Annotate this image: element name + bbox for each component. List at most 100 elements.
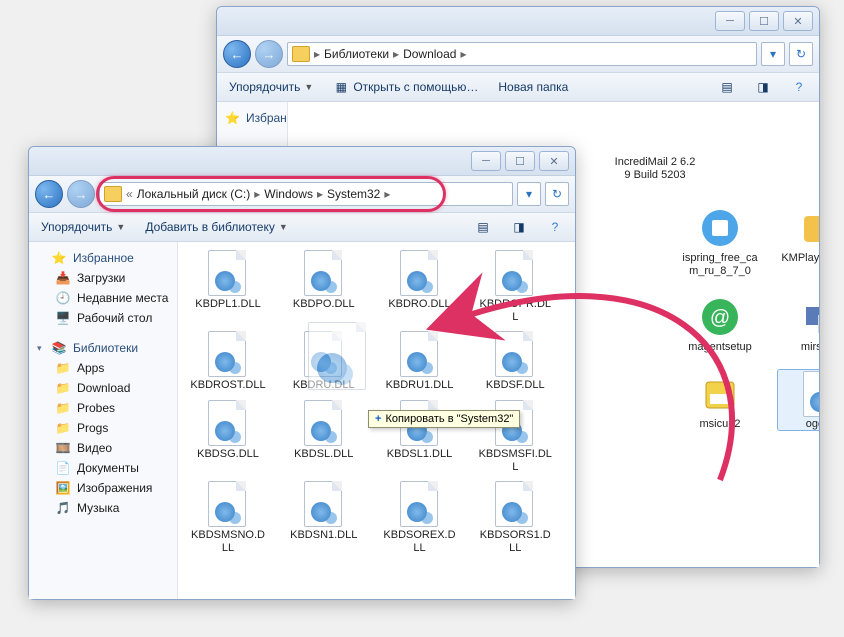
sidebar-item-downloads[interactable]: 📥 Загрузки [29, 268, 177, 288]
list-item[interactable]: ispring_free_cam_ru_8_7_0 [676, 204, 764, 277]
minimize-button[interactable]: ─ [715, 11, 745, 31]
new-folder-button[interactable]: Новая папка [492, 76, 574, 98]
breadcrumb-seg[interactable]: Локальный диск (C:) [137, 187, 251, 201]
file-pane[interactable]: KBDPL1.DLL KBDPO.DLL KBDRO.DLL KBDROPR.DLL K… [178, 242, 575, 599]
refresh-button[interactable]: ↻ [545, 182, 569, 206]
list-item[interactable]: KBDSORS1.DLL [473, 479, 557, 556]
maximize-button[interactable]: ☐ [749, 11, 779, 31]
list-item[interactable]: KBDSN1.DLL [282, 479, 366, 556]
sidebar-item-label: Apps [77, 361, 104, 375]
folder-icon: 📁 [55, 400, 71, 416]
list-item[interactable]: KBDROST.DLL [186, 329, 270, 394]
list-item[interactable]: IncrediMail 2 6.29 Build 5203 [611, 108, 699, 194]
address-bar[interactable]: ▸ Библиотеки ▸ Download ▸ [287, 42, 757, 66]
list-item[interactable]: msicuu2 [676, 370, 764, 431]
sidebar-item-progs[interactable]: 📁Progs [29, 418, 177, 438]
list-item[interactable]: KBDPL1.DLL [186, 248, 270, 325]
preview-pane-button[interactable]: ◨ [505, 216, 533, 238]
file-label: KBDSORS1.DLL [477, 529, 553, 554]
list-item[interactable]: KBDRO.DLL [378, 248, 462, 325]
organize-menu[interactable]: Упорядочить ▼ [35, 216, 131, 238]
sidebar-item-label: Видео [77, 441, 112, 455]
file-label: KBDRO.DLL [388, 298, 450, 311]
chevron-right-icon: ▸ [317, 187, 323, 201]
nav-forward-button[interactable]: → [255, 40, 283, 68]
chevron-down-icon: ▾ [37, 343, 45, 354]
breadcrumb-seg[interactable]: Download [403, 47, 456, 61]
sidebar-item-music[interactable]: 🎵Музыка [29, 498, 177, 518]
dll-icon [400, 331, 440, 379]
list-item[interactable]: KBDSOREX.DLL [378, 479, 462, 556]
star-icon: ⭐ [51, 250, 67, 266]
list-item[interactable]: KBDROPR.DLL [473, 248, 557, 325]
app-icon [696, 204, 744, 252]
list-item[interactable]: KBDSMSNO.DLL [186, 479, 270, 556]
sidebar-item-label: Probes [77, 401, 115, 415]
address-bar[interactable]: « Локальный диск (C:) ▸ Windows ▸ System… [99, 182, 513, 206]
preview-pane-button[interactable]: ◨ [749, 76, 777, 98]
add-to-library-menu[interactable]: Добавить в библиотеку ▼ [139, 216, 293, 238]
sidebar-item-video[interactable]: 🎞️Видео [29, 438, 177, 458]
help-button[interactable]: ? [785, 76, 813, 98]
dll-icon [208, 400, 248, 448]
minimize-button[interactable]: ─ [471, 151, 501, 171]
organize-menu[interactable]: Упорядочить ▼ [223, 76, 319, 98]
help-button[interactable]: ? [541, 216, 569, 238]
breadcrumb-seg[interactable]: Windows [264, 187, 313, 201]
sidebar-item-apps[interactable]: 📁Apps [29, 358, 177, 378]
list-item[interactable]: KBDPO.DLL [282, 248, 366, 325]
list-item[interactable]: @ magentsetup [676, 293, 764, 354]
dll-icon [208, 331, 248, 379]
file-label: KBDSL1.DLL [387, 448, 452, 461]
address-dropdown-button[interactable]: ▾ [517, 182, 541, 206]
toolbar: Упорядочить ▼ ▦ Открыть с помощью… Новая… [217, 73, 819, 102]
nav-back-button[interactable]: ← [223, 40, 251, 68]
sidebar-item-images[interactable]: 🖼️Изображения [29, 478, 177, 498]
explorer-window-system32[interactable]: ─ ☐ ✕ ← → « Локальный диск (C:) ▸ Window… [28, 146, 576, 600]
address-row: ← → « Локальный диск (C:) ▸ Windows ▸ Sy… [29, 176, 575, 213]
sidebar-item-probes[interactable]: 📁 Probes [29, 398, 177, 418]
favorites-group[interactable]: ⭐ Избранное [217, 108, 287, 128]
nav-forward-button[interactable]: → [67, 180, 95, 208]
libraries-group[interactable]: ▾ 📚 Библиотеки [29, 338, 177, 358]
dll-icon [304, 331, 344, 379]
maximize-button[interactable]: ☐ [505, 151, 535, 171]
folder-icon: 📁 [55, 380, 71, 396]
open-with-button[interactable]: ▦ Открыть с помощью… [327, 76, 484, 98]
sidebar-item-recent[interactable]: 🕘 Недавние места [29, 288, 177, 308]
list-item-ogg-dll[interactable]: ogg.dll [778, 370, 819, 431]
chevron-right-icon: ▸ [460, 47, 466, 61]
list-item[interactable]: KBDSL.DLL [282, 398, 366, 475]
sidebar-item-documents[interactable]: 📄Документы [29, 458, 177, 478]
close-button[interactable]: ✕ [783, 11, 813, 31]
nav-back-button[interactable]: ← [35, 180, 63, 208]
list-item[interactable]: KBDSF.DLL [473, 329, 557, 394]
titlebar[interactable]: ─ ☐ ✕ [29, 147, 575, 176]
list-item[interactable]: KBDSG.DLL [186, 398, 270, 475]
list-item[interactable]: mirsetup [778, 293, 819, 354]
titlebar[interactable]: ─ ☐ ✕ [217, 7, 819, 36]
favorites-group[interactable]: ⭐ Избранное [29, 248, 177, 268]
recent-icon: 🕘 [55, 290, 71, 306]
view-options-button[interactable]: ▤ [713, 76, 741, 98]
breadcrumb-seg[interactable]: System32 [327, 187, 380, 201]
plus-icon: + [375, 413, 381, 425]
list-item[interactable]: KBDRU.DLL [282, 329, 366, 394]
navigation-pane[interactable]: ⭐ Избранное 📥 Загрузки 🕘 Недавние места … [29, 242, 178, 599]
close-button[interactable]: ✕ [539, 151, 569, 171]
file-label: KBDROPR.DLL [477, 298, 553, 323]
toolbar-label: Новая папка [498, 80, 568, 94]
list-item[interactable]: KBDRU1.DLL [378, 329, 462, 394]
list-item[interactable]: KMPlayer_4.2.1.4 [778, 204, 819, 277]
breadcrumb-seg[interactable]: Библиотеки [324, 47, 389, 61]
file-label: KBDSN1.DLL [290, 529, 357, 542]
refresh-button[interactable]: ↻ [789, 42, 813, 66]
file-label: KBDROST.DLL [190, 379, 265, 392]
library-icon: 📚 [51, 340, 67, 356]
address-dropdown-button[interactable]: ▾ [761, 42, 785, 66]
sidebar-item-label: Загрузки [77, 271, 125, 285]
sidebar-item-desktop[interactable]: 🖥️ Рабочий стол [29, 308, 177, 328]
sidebar-item-download[interactable]: 📁Download [29, 378, 177, 398]
file-label: KBDPL1.DLL [195, 298, 260, 311]
view-options-button[interactable]: ▤ [469, 216, 497, 238]
